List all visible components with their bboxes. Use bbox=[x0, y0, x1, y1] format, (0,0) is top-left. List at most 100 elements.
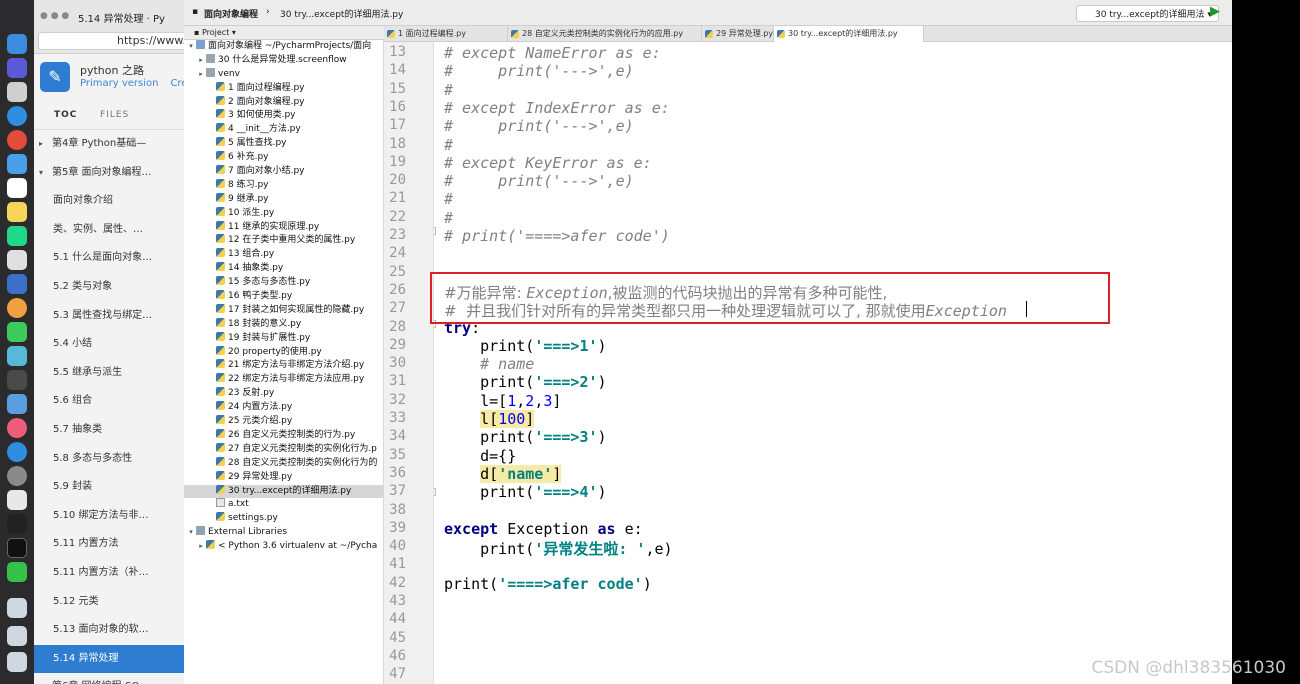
tree-arrow-icon[interactable]: ▸ bbox=[196, 54, 206, 68]
toc-item[interactable]: 5.11 内置方法（补… bbox=[34, 559, 184, 588]
tree-row[interactable]: 14 抽象类.py bbox=[184, 262, 383, 276]
tree-row[interactable]: 13 组合.py bbox=[184, 248, 383, 262]
breadcrumb-file[interactable]: 30 try...except的详细用法.py bbox=[280, 7, 403, 20]
toc-item[interactable]: 5.1 什么是面向对象… bbox=[34, 244, 184, 273]
toc-item[interactable]: 5.5 继承与派生 bbox=[34, 359, 184, 388]
book-version[interactable]: Primary version Cre bbox=[80, 78, 184, 89]
tree-row[interactable]: 23 反射.py bbox=[184, 387, 383, 401]
tree-row[interactable]: ▾ 面向对象编程 ~/PycharmProjects/面向 bbox=[184, 40, 383, 54]
app-icon[interactable] bbox=[7, 394, 27, 414]
tree-row[interactable]: 11 继承的实现原理.py bbox=[184, 220, 383, 235]
tree-row[interactable]: a.txt bbox=[184, 498, 383, 512]
toc-item[interactable]: 5.7 抽象类 bbox=[34, 416, 184, 445]
iqiyi-icon[interactable] bbox=[7, 562, 27, 582]
toc-item[interactable]: 5.2 类与对象 bbox=[34, 273, 184, 302]
tree-row[interactable]: 9 继承.py bbox=[184, 192, 383, 207]
tree-row[interactable]: 7 面向对象小结.py bbox=[184, 165, 383, 179]
tree-row[interactable]: 19 封装与扩展性.py bbox=[184, 331, 383, 346]
app-icon[interactable] bbox=[7, 652, 27, 672]
toc-item[interactable]: ▾ 第5章 面向对象编程… bbox=[34, 159, 184, 188]
editor-tab[interactable]: 29 异常处理.py bbox=[702, 26, 774, 42]
toc-item[interactable]: 5.6 组合 bbox=[34, 387, 184, 416]
app-icon[interactable] bbox=[7, 250, 27, 270]
caret-icon[interactable]: ▸ bbox=[39, 673, 43, 684]
tree-row[interactable]: ▸ venv bbox=[184, 67, 383, 82]
tree-row[interactable]: 25 元类介绍.py bbox=[184, 415, 383, 429]
settings-icon[interactable] bbox=[7, 466, 27, 486]
create-link[interactable]: Cre bbox=[170, 78, 184, 89]
toc-item[interactable]: 5.9 封装 bbox=[34, 473, 184, 502]
toc-item-active[interactable]: 5.14 异常处理 bbox=[34, 644, 184, 674]
appstore-icon[interactable] bbox=[7, 442, 27, 462]
qq-icon[interactable] bbox=[7, 514, 27, 534]
app-icon[interactable] bbox=[7, 82, 27, 102]
toc-item[interactable]: 5.13 面向对象的软… bbox=[34, 616, 184, 645]
tree-row[interactable]: 29 异常处理.py bbox=[184, 470, 383, 485]
tree-row[interactable]: 18 封装的意义.py bbox=[184, 317, 383, 332]
tree-row-selected[interactable]: 30 try...except的详细用法.py bbox=[184, 484, 383, 499]
book-title[interactable]: python 之路 bbox=[80, 62, 144, 78]
toc-item[interactable]: 5.12 元类 bbox=[34, 588, 184, 617]
messages-icon[interactable] bbox=[7, 322, 27, 342]
tree-arrow-icon[interactable]: ▸ bbox=[196, 540, 206, 554]
toc-item[interactable]: 类、实例、属性、… bbox=[34, 216, 184, 245]
tree-row[interactable]: 27 自定义元类控制类的实例化行为.p bbox=[184, 442, 383, 457]
toc-item[interactable]: ▸ 第4章 Python基础— bbox=[34, 130, 184, 159]
fold-marker-icon[interactable] bbox=[434, 227, 436, 235]
tab-files[interactable]: FILES bbox=[100, 110, 129, 120]
tree-row[interactable]: 2 面向对象编程.py bbox=[184, 95, 383, 110]
photos-icon[interactable] bbox=[7, 298, 27, 318]
tree-row[interactable]: 5 属性查找.py bbox=[184, 137, 383, 151]
tree-row[interactable]: 28 自定义元类控制类的实例化行为的 bbox=[184, 456, 383, 471]
tab-toc[interactable]: TOC bbox=[54, 110, 77, 120]
tree-row[interactable]: ▸ 30 什么是异常处理.screenflow bbox=[184, 53, 383, 68]
app-icon[interactable] bbox=[7, 58, 27, 78]
breadcrumb-project[interactable]: 面向对象编程 bbox=[204, 7, 258, 20]
tree-row[interactable]: 22 绑定方法与非绑定方法应用.py bbox=[184, 373, 383, 387]
tree-row[interactable]: 15 多态与多态性.py bbox=[184, 276, 383, 290]
browser-tab-title[interactable]: 5.14 异常处理 · Py bbox=[78, 10, 165, 25]
app-icon[interactable] bbox=[7, 598, 27, 618]
app-icon[interactable] bbox=[7, 370, 27, 390]
safari-icon[interactable] bbox=[7, 106, 27, 126]
tree-row[interactable]: 26 自定义元类控制类的行为.py bbox=[184, 428, 383, 443]
project-tool-header[interactable]: ▪ Project ▾ bbox=[184, 26, 384, 40]
music-icon[interactable] bbox=[7, 418, 27, 438]
app-icon[interactable] bbox=[7, 490, 27, 510]
tree-row[interactable]: 3 如何使用类.py bbox=[184, 109, 383, 123]
tree-row[interactable]: ▸ < Python 3.6 virtualenv at ~/Pycha bbox=[184, 540, 383, 554]
tree-arrow-icon[interactable]: ▾ bbox=[186, 40, 196, 54]
tree-row[interactable]: 4 __init__方法.py bbox=[184, 123, 383, 137]
tree-row[interactable]: 6 补充.py bbox=[184, 151, 383, 165]
tree-row[interactable]: settings.py bbox=[184, 512, 383, 526]
toc-item[interactable]: 5.10 绑定方法与非… bbox=[34, 502, 184, 531]
tree-row[interactable]: 1 面向过程编程.py bbox=[184, 81, 383, 96]
window-controls[interactable]: ● ● ● bbox=[40, 11, 69, 21]
mail-icon[interactable] bbox=[7, 154, 27, 174]
app-icon[interactable] bbox=[7, 274, 27, 294]
pycharm-icon[interactable] bbox=[7, 226, 27, 246]
tree-arrow-icon[interactable]: ▸ bbox=[196, 68, 206, 82]
tree-row[interactable]: 21 绑定方法与非绑定方法介绍.py bbox=[184, 359, 383, 373]
run-config-selector[interactable]: 30 try...except的详细用法 ▾ bbox=[1076, 5, 1219, 22]
tree-row[interactable]: 24 内置方法.py bbox=[184, 401, 383, 415]
notes-icon[interactable] bbox=[7, 202, 27, 222]
toc-item[interactable]: 5.11 内置方法 bbox=[34, 530, 184, 559]
toc-item[interactable]: 面向对象介绍 bbox=[34, 187, 184, 216]
tree-row[interactable]: 17 封装之如何实现属性的隐藏.py bbox=[184, 303, 383, 318]
editor-tab[interactable]: 28 自定义元类控制类的实例化行为的应用.py bbox=[508, 26, 702, 42]
app-icon[interactable] bbox=[7, 346, 27, 366]
caret-icon[interactable]: ▾ bbox=[39, 159, 43, 188]
tree-row[interactable]: 16 鸭子类型.py bbox=[184, 290, 383, 304]
terminal-icon[interactable] bbox=[7, 538, 27, 558]
toc-item[interactable]: 5.3 属性查找与绑定… bbox=[34, 302, 184, 331]
app-icon[interactable] bbox=[7, 34, 27, 54]
caret-icon[interactable]: ▸ bbox=[39, 130, 43, 159]
toc-item[interactable]: ▸第6章 网络编程-SO bbox=[34, 673, 184, 684]
toc-item[interactable]: 5.4 小结 bbox=[34, 330, 184, 359]
chrome-icon[interactable] bbox=[7, 130, 27, 150]
app-icon[interactable] bbox=[7, 626, 27, 646]
run-icon[interactable]: ▶ bbox=[1210, 4, 1220, 19]
tree-row[interactable]: 12 在子类中重用父类的属性.py bbox=[184, 234, 383, 248]
tree-row[interactable]: 20 property的使用.py bbox=[184, 345, 383, 360]
